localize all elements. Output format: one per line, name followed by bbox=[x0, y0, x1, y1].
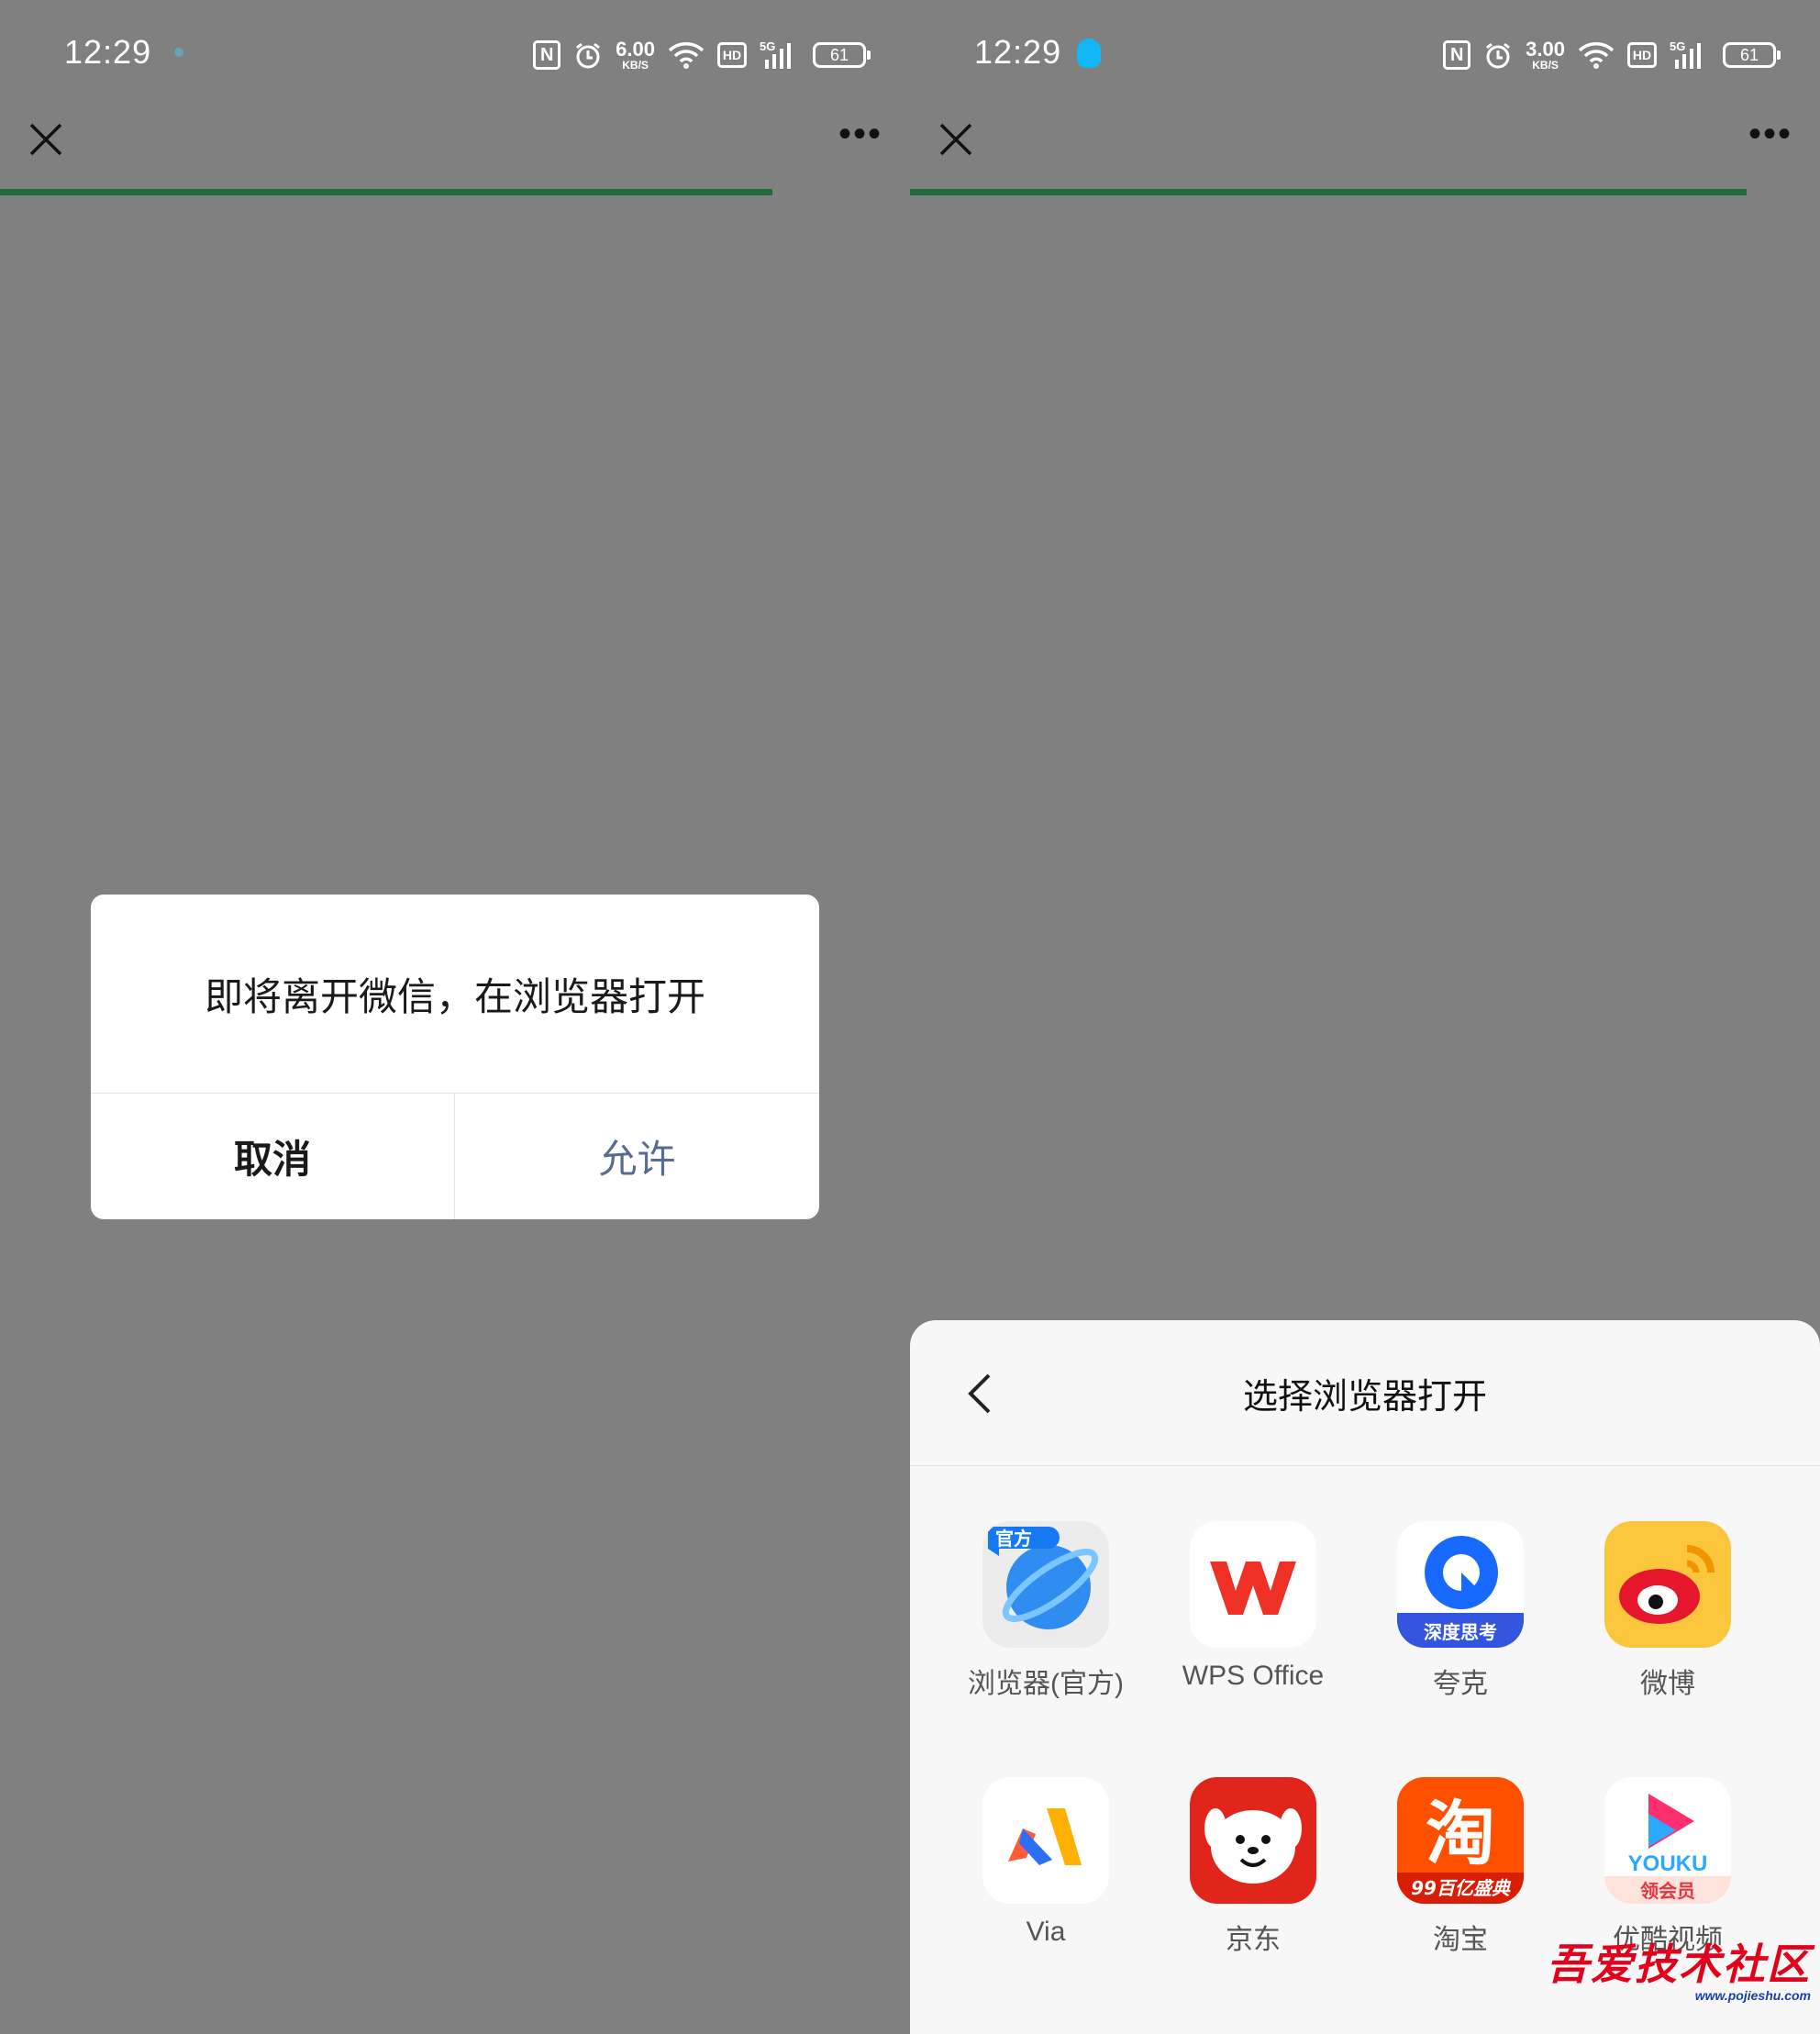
webview-nav-bar: ••• bbox=[0, 108, 910, 191]
svg-text:淘: 淘 bbox=[1426, 1793, 1495, 1874]
alarm-icon bbox=[573, 40, 603, 70]
status-bar: 12:29 N 3.00 KB/S HD 5G 61 bbox=[910, 0, 1820, 108]
close-icon bbox=[939, 123, 972, 156]
app-label: 淘宝 bbox=[1433, 1925, 1488, 1955]
close-button[interactable] bbox=[936, 119, 976, 160]
wifi-icon bbox=[668, 40, 705, 70]
signal-icon: 5G bbox=[1670, 39, 1710, 71]
back-button[interactable] bbox=[961, 1372, 998, 1416]
notification-dot-icon bbox=[174, 48, 183, 57]
app-label: 浏览器(官方) bbox=[968, 1669, 1124, 1699]
status-icons: N 3.00 KB/S HD 5G 61 bbox=[1443, 37, 1781, 73]
status-bar: 12:29 N 6.00 KB/S HD 5G 61 bbox=[0, 0, 910, 108]
wifi-icon bbox=[1578, 40, 1615, 70]
leave-wechat-dialog: 即将离开微信，在浏览器打开 取消 允许 bbox=[91, 895, 819, 1219]
page-load-progress bbox=[0, 189, 772, 195]
browser-official-icon: 官方 bbox=[982, 1521, 1109, 1648]
app-label: 京东 bbox=[1226, 1925, 1281, 1955]
taobao-icon: 淘 99百亿盛典 bbox=[1397, 1777, 1524, 1904]
app-youku[interactable]: YOUKU 领会员 优酷视频 bbox=[1564, 1777, 1771, 1957]
svg-text:YOUKU: YOUKU bbox=[1628, 1851, 1708, 1876]
app-quark[interactable]: 深度思考 夸克 bbox=[1357, 1521, 1564, 1701]
app-taobao[interactable]: 淘 99百亿盛典 淘宝 bbox=[1357, 1777, 1564, 1957]
app-label: WPS Office bbox=[1182, 1661, 1325, 1691]
qq-notification-icon bbox=[1077, 39, 1101, 68]
dialog-message: 即将离开微信，在浏览器打开 bbox=[204, 974, 705, 1018]
status-icons: N 6.00 KB/S HD 5G 61 bbox=[533, 37, 871, 73]
cancel-button[interactable]: 取消 bbox=[91, 1094, 454, 1219]
svg-text:领会员: 领会员 bbox=[1640, 1880, 1695, 1902]
app-label: Via bbox=[1026, 1917, 1066, 1947]
watermark: 吾爱技术社区 www.pojieshu.com bbox=[1547, 1931, 1811, 2003]
svg-text:深度思考: 深度思考 bbox=[1424, 1621, 1497, 1643]
app-jd[interactable]: 京东 bbox=[1149, 1777, 1357, 1957]
quark-icon: 深度思考 bbox=[1397, 1521, 1524, 1648]
youku-icon: YOUKU 领会员 bbox=[1604, 1777, 1731, 1904]
close-button[interactable] bbox=[26, 119, 66, 160]
app-label: 夸克 bbox=[1433, 1669, 1488, 1699]
app-weibo[interactable]: 微博 bbox=[1564, 1521, 1771, 1701]
app-label: 微博 bbox=[1640, 1669, 1695, 1699]
sheet-title: 选择浏览器打开 bbox=[1242, 1377, 1487, 1417]
weibo-icon bbox=[1604, 1521, 1731, 1648]
sheet-divider bbox=[910, 1465, 1820, 1466]
right-screen: 12:29 N 3.00 KB/S HD 5G 61 ••• 选择浏览器打开 官… bbox=[910, 0, 1820, 2034]
chevron-left-icon bbox=[968, 1373, 991, 1414]
nfc-icon: N bbox=[533, 40, 561, 70]
signal-icon: 5G bbox=[760, 39, 800, 71]
network-speed: 3.00 KB/S bbox=[1526, 38, 1565, 72]
jd-icon bbox=[1190, 1777, 1316, 1904]
hd-icon: HD bbox=[717, 42, 747, 68]
status-time: 12:29 bbox=[64, 33, 152, 71]
status-time: 12:29 bbox=[974, 33, 1062, 71]
network-speed: 6.00 KB/S bbox=[616, 38, 655, 72]
choose-browser-sheet: 选择浏览器打开 官方 浏览器(官方) WPS Office 深度思考 夸克 微博… bbox=[910, 1320, 1820, 2034]
close-icon bbox=[29, 123, 62, 156]
more-options-button[interactable]: ••• bbox=[1748, 116, 1792, 152]
svg-text:官方: 官方 bbox=[995, 1528, 1032, 1550]
app-wps-office[interactable]: WPS Office bbox=[1149, 1521, 1357, 1692]
app-via[interactable]: Via bbox=[942, 1777, 1149, 1948]
svg-text:5G: 5G bbox=[760, 39, 775, 53]
svg-text:99百亿盛典: 99百亿盛典 bbox=[1411, 1877, 1512, 1899]
via-icon bbox=[982, 1777, 1109, 1904]
battery-icon: 61 bbox=[813, 42, 871, 68]
left-screen: 12:29 N 6.00 KB/S HD 5G 61 ••• 即将离开微信，在浏… bbox=[0, 0, 910, 2034]
wps-office-icon bbox=[1190, 1521, 1316, 1648]
page-load-progress bbox=[910, 189, 1747, 195]
watermark-text: 吾爱技术社区 bbox=[1547, 1940, 1811, 1988]
sheet-header: 选择浏览器打开 bbox=[910, 1320, 1820, 1465]
svg-text:5G: 5G bbox=[1670, 39, 1685, 53]
webview-nav-bar: ••• bbox=[910, 108, 1820, 191]
nfc-icon: N bbox=[1443, 40, 1471, 70]
alarm-icon bbox=[1483, 40, 1513, 70]
battery-icon: 61 bbox=[1723, 42, 1781, 68]
more-options-button[interactable]: ••• bbox=[838, 116, 882, 152]
app-browser-official[interactable]: 官方 浏览器(官方) bbox=[942, 1521, 1149, 1701]
hd-icon: HD bbox=[1627, 42, 1657, 68]
allow-button[interactable]: 允许 bbox=[455, 1094, 819, 1219]
